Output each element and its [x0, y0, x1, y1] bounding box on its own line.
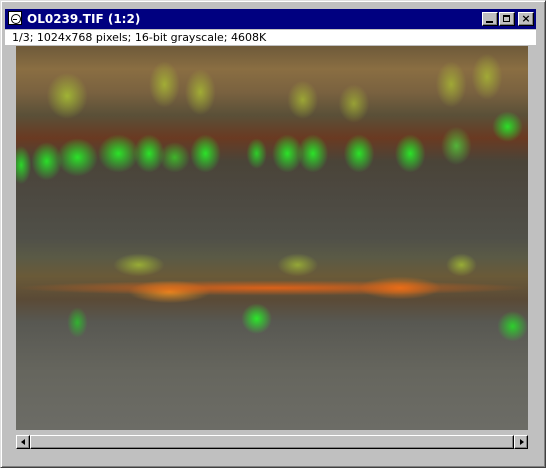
image-window: OL0239.TIF (1:2) × 1/3; 1024x768 pixels;… — [0, 0, 546, 468]
minimize-button[interactable] — [482, 12, 498, 26]
close-button[interactable]: × — [518, 12, 534, 26]
title-bar[interactable]: OL0239.TIF (1:2) × — [5, 9, 536, 29]
imagej-app-icon[interactable] — [8, 11, 22, 25]
close-icon: × — [521, 12, 531, 25]
scroll-thumb[interactable] — [30, 435, 514, 449]
maximize-button[interactable] — [499, 12, 515, 26]
horizontal-scrollbar[interactable] — [16, 435, 528, 449]
scroll-right-button[interactable] — [514, 435, 528, 449]
image-canvas[interactable] — [16, 46, 528, 430]
window-title: OL0239.TIF (1:2) — [27, 12, 141, 26]
arrow-right-icon — [520, 439, 524, 445]
maximize-icon — [503, 15, 510, 22]
image-info-bar: 1/3; 1024x768 pixels; 16-bit grayscale; … — [5, 30, 536, 45]
image-info-text: 1/3; 1024x768 pixels; 16-bit grayscale; … — [12, 31, 267, 44]
scroll-left-button[interactable] — [16, 435, 30, 449]
arrow-left-icon — [21, 439, 25, 445]
minimize-icon — [486, 21, 493, 23]
